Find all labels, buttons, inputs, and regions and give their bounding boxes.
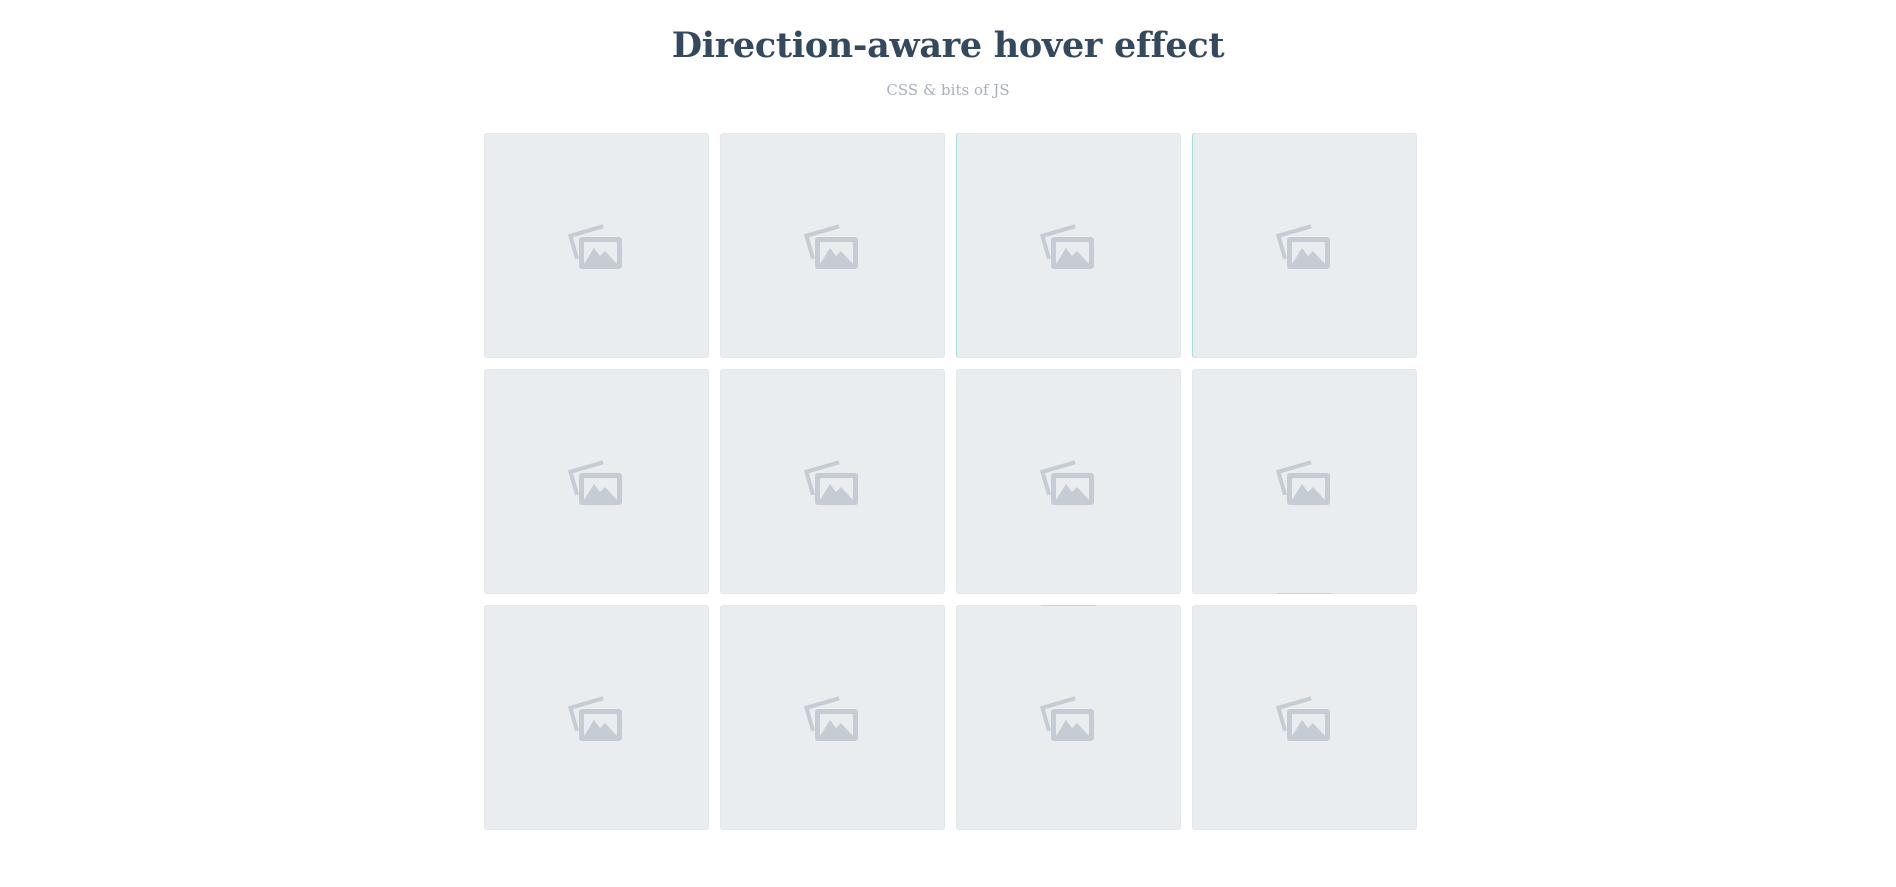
image-placeholder-icon [1038, 451, 1100, 509]
grid-tile[interactable] [1192, 369, 1417, 594]
image-placeholder-icon [1274, 451, 1336, 509]
grid-tile[interactable] [956, 133, 1181, 358]
image-placeholder-icon [802, 687, 864, 745]
image-placeholder-icon [1038, 215, 1100, 273]
grid-tile[interactable] [1192, 605, 1417, 830]
image-placeholder-icon [1274, 215, 1336, 273]
image-placeholder-icon [1274, 687, 1336, 745]
image-placeholder-icon [566, 687, 628, 745]
page-subtitle: CSS & bits of JS [886, 81, 1010, 99]
grid-tile[interactable] [720, 133, 945, 358]
grid-tile[interactable] [720, 605, 945, 830]
grid-tile[interactable] [484, 605, 709, 830]
grid-tile[interactable] [1192, 133, 1417, 358]
image-placeholder-icon [566, 215, 628, 273]
page-header: Direction-aware hover effect CSS & bits … [0, 0, 1896, 100]
page-title: Direction-aware hover effect [671, 25, 1225, 66]
image-placeholder-icon [802, 451, 864, 509]
image-placeholder-icon [802, 215, 864, 273]
grid-tile[interactable] [720, 369, 945, 594]
image-placeholder-icon [1038, 687, 1100, 745]
grid-tile[interactable] [956, 369, 1181, 594]
image-grid [484, 133, 1418, 830]
grid-tile[interactable] [484, 369, 709, 594]
grid-tile[interactable] [956, 605, 1181, 830]
grid-tile[interactable] [484, 133, 709, 358]
image-placeholder-icon [566, 451, 628, 509]
